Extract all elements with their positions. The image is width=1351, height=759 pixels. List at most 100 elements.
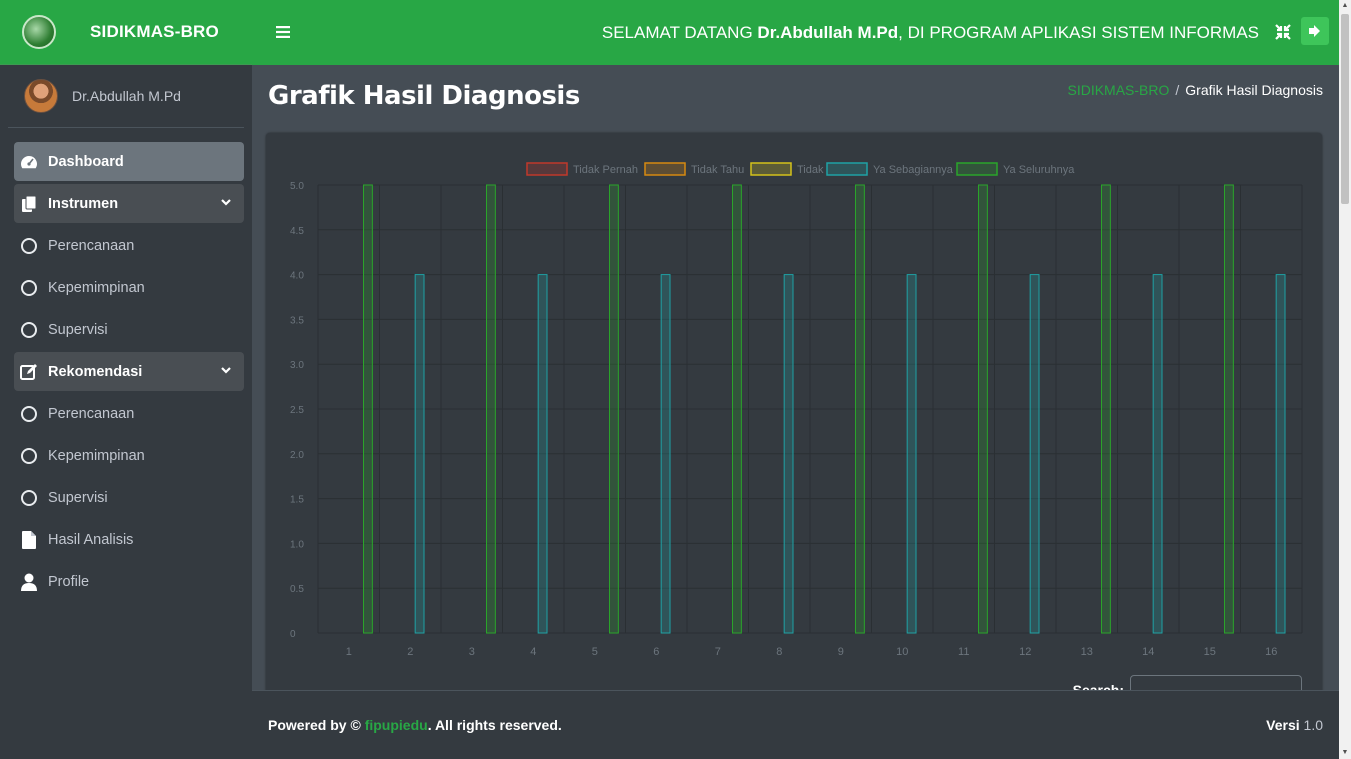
legend-label: Tidak Pernah [573,164,638,176]
sidebar-item-label: Dashboard [48,153,124,170]
circle-icon [20,447,38,465]
circle-icon [20,279,38,297]
y-tick-label: 2.5 [290,405,304,416]
sidebar-item-label: Kepemimpinan [48,279,145,296]
x-tick-label: 11 [958,646,969,658]
sidebar-item-rekomendasi-kepemimpinan[interactable]: Kepemimpinan [14,436,244,475]
scroll-down-arrow-icon[interactable]: ▼ [1341,749,1349,757]
x-tick-label: 13 [1081,646,1093,658]
user-icon [20,573,38,591]
main-content: Grafik Hasil Diagnosis SIDIKMAS-BRO / Graf… [252,65,1339,759]
logout-button[interactable] [1301,17,1329,45]
x-tick-label: 1 [346,646,352,658]
sidebar-item-dashboard[interactable]: Dashboard [14,142,244,181]
footer-brand-link[interactable]: fipupiedu [365,717,428,733]
sidebar-item-hasil-analisis[interactable]: Hasil Analisis [14,520,244,559]
bar [486,184,496,634]
legend-label: Ya Sebagiannya [873,164,954,176]
x-tick-label: 10 [896,646,908,658]
user-panel[interactable]: Dr.Abdullah M.Pd [8,65,244,128]
sidebar-item-profile[interactable]: Profile [14,562,244,601]
welcome-user-name: Dr.Abdullah M.Pd [757,22,899,42]
user-name[interactable]: Dr.Abdullah M.Pd [72,88,181,104]
x-tick-label: 16 [1265,646,1277,658]
bar-chart: 00.51.01.52.02.53.03.54.04.55.01 2 3 4 5 6 7 8 9… [290,162,1303,658]
sidebar-item-label: Profile [48,573,90,590]
tachometer-icon [20,153,38,171]
legend-swatch [750,162,792,176]
legend-label: Ya Seluruhnya [1003,164,1075,176]
legend-swatch [956,162,998,176]
y-tick-label: 3.0 [290,360,304,371]
file-icon [20,530,38,549]
sidebar-item-perencanaan[interactable]: Perencanaan [14,226,244,265]
sidebar-item-rekomendasi[interactable]: Rekomendasi [14,352,244,391]
y-tick-label: 0.5 [290,584,304,595]
page-scrollbar[interactable]: ▲ ▼ [1339,0,1351,759]
bar [1275,274,1286,634]
brand-link[interactable]: SIDIKMAS-BRO [0,0,252,65]
edit-icon [20,363,38,381]
breadcrumb-current: Grafik Hasil Diagnosis [1185,82,1323,98]
sidebar-item-label: Instrumen [48,195,119,212]
footer-copyright: Powered by © fipupiedu. All rights reser… [268,717,562,733]
breadcrumb-separator: / [1175,82,1180,98]
circle-icon [20,405,38,423]
menu-toggle-icon[interactable] [276,22,296,44]
y-tick-label: 1.5 [290,495,304,506]
x-tick-label: 3 [469,646,475,658]
x-tick-label: 2 [407,646,413,658]
legend-label: Tidak [797,164,824,176]
y-tick-label: 3.5 [290,315,304,326]
bar [783,274,794,634]
sidebar-item-label: Rekomendasi [48,363,143,380]
footer: Powered by © fipupiedu. All rights reser… [252,690,1339,759]
sidebar-item-supervisi[interactable]: Supervisi [14,310,244,349]
circle-icon [20,237,38,255]
circle-icon [20,321,38,339]
sidebar-nav: Dashboard Instrumen Perencanaan Kepemimp… [0,128,252,601]
legend-label: Tidak Tahu [691,164,744,176]
sidebar-item-rekomendasi-perencanaan[interactable]: Perencanaan [14,394,244,433]
y-tick-label: 4.5 [290,226,304,237]
sidebar-item-instrumen[interactable]: Instrumen [14,184,244,223]
x-tick-label: 4 [530,646,536,658]
x-tick-label: 7 [715,646,721,658]
bar [363,184,373,634]
copy-icon [20,195,38,213]
x-tick-label: 5 [592,646,598,658]
footer-version: Versi 1.0 [1266,717,1323,733]
sidebar-item-label: Supervisi [48,321,108,338]
x-tick-label: 6 [653,646,659,658]
sidebar-item-label: Perencanaan [48,405,135,422]
sidebar-item-label: Hasil Analisis [48,531,134,548]
sidebar-item-label: Kepemimpinan [48,447,145,464]
brand-title: SIDIKMAS-BRO [90,22,219,41]
bar [537,274,548,634]
y-tick-label: 5.0 [290,181,304,192]
bar [660,274,671,634]
bar [1224,184,1234,634]
top-navbar: SELAMAT DATANG Dr.Abdullah M.Pd, DI PROG… [252,0,1339,65]
legend-swatch [526,162,568,176]
sidebar-item-kepemimpinan[interactable]: Kepemimpinan [14,268,244,307]
sidebar-item-rekomendasi-supervisi[interactable]: Supervisi [14,478,244,517]
bar [855,184,865,634]
scroll-up-arrow-icon[interactable]: ▲ [1341,2,1349,10]
bar [906,274,917,634]
scroll-thumb[interactable] [1341,14,1349,204]
chevron-down-icon [220,196,232,212]
breadcrumb-home-link[interactable]: SIDIKMAS-BRO [1067,82,1169,98]
fullscreen-icon[interactable] [1273,22,1293,42]
y-tick-label: 2.0 [290,450,304,461]
sidebar: SIDIKMAS-BRO Dr.Abdullah M.Pd Dashboard … [0,0,252,759]
x-tick-label: 8 [776,646,782,658]
bar [1152,274,1163,634]
y-tick-label: 1.0 [290,539,304,550]
bar [414,274,425,634]
x-tick-label: 14 [1142,646,1154,658]
bar [1101,184,1111,634]
y-tick-label: 4.0 [290,271,304,282]
bar [609,184,619,634]
legend-swatch [826,162,868,176]
